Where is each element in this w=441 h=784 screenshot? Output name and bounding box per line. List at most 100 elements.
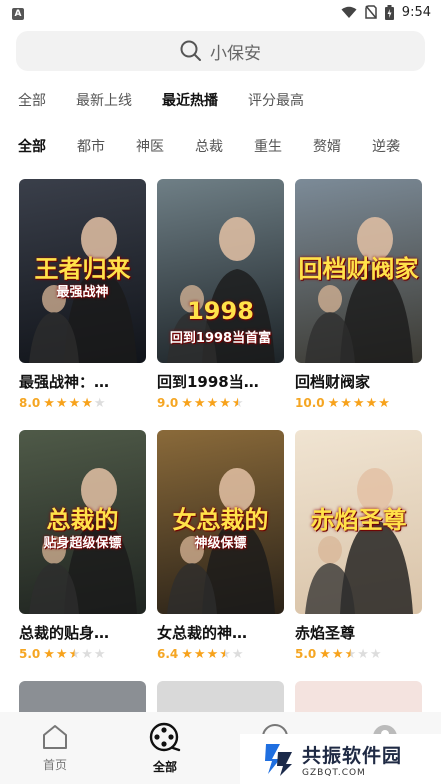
sort-tab[interactable]: 最近热播 <box>162 90 218 110</box>
drama-title[interactable]: 最强战神：… <box>19 371 146 392</box>
drama-rating: 6.4 ★ ★ ★ ★ ★ <box>157 647 284 661</box>
star-icon: ★ <box>43 395 55 411</box>
drama-rating: 10.0 ★ ★ ★ ★ ★ <box>295 396 422 410</box>
drama-card[interactable]: 回档财阀家 回档财阀家 10.0 ★ ★ ★ ★ ★ <box>295 179 422 410</box>
no-sim-icon <box>365 5 377 19</box>
nav-item[interactable]: 全部 <box>110 712 220 784</box>
drama-rating: 9.0 ★ ★ ★ ★ ★ <box>157 396 284 410</box>
film-reel-icon <box>149 722 181 758</box>
rating-score: 6.4 <box>157 647 179 661</box>
category-tab[interactable]: 神医 <box>136 136 164 156</box>
search-placeholder: 小保安 <box>210 43 261 64</box>
rating-score: 10.0 <box>295 396 325 410</box>
star-icon: ★ <box>219 395 231 411</box>
rating-score: 5.0 <box>19 647 41 661</box>
drama-poster[interactable]: 总裁的 贴身超级保镖 <box>19 430 146 614</box>
star-icon: ★ <box>369 646 382 662</box>
category-tab[interactable]: 重生 <box>254 136 282 156</box>
wifi-icon <box>341 6 357 18</box>
drama-poster[interactable]: 1998 回到1998当首富 <box>157 179 284 363</box>
drama-card[interactable]: 1998 回到1998当首富 回到1998当… 9.0 ★ ★ ★ ★ ★ <box>157 179 284 410</box>
app-notification-icon: A <box>12 7 24 20</box>
search-icon <box>180 40 201 61</box>
star-icon: ★ <box>55 646 68 662</box>
star-icon: ★ <box>181 395 193 411</box>
sort-tab[interactable]: 评分最高 <box>248 90 304 110</box>
poster-title-art: 回档财阀家 <box>298 255 419 283</box>
category-tab[interactable]: 都市 <box>77 136 105 156</box>
category-tabs: 全部 都市 神医 总裁 重生 赘婿 逆袭 <box>18 136 441 156</box>
poster-title-art: 赤焰圣尊 <box>310 506 407 534</box>
drama-card[interactable]: 王者归来最强战神最强战神：… 8.0 ★ ★ ★ ★ ★ <box>19 179 146 410</box>
category-tab[interactable]: 全部 <box>18 136 46 156</box>
drama-poster[interactable]: 女总裁的 神级保镖 <box>157 430 284 614</box>
drama-card[interactable] <box>295 681 422 712</box>
star-icon: ★ <box>357 646 369 662</box>
category-tab[interactable]: 总裁 <box>195 136 223 156</box>
star-icon: ★ <box>193 395 206 411</box>
poster-subtitle-art: 最强战神 <box>56 285 109 300</box>
status-bar: A 9:54 <box>0 0 441 24</box>
category-tab[interactable]: 逆袭 <box>372 136 400 156</box>
sort-tab[interactable]: 全部 <box>18 90 46 110</box>
star-icon: ★ <box>206 646 219 662</box>
watermark: 共振软件园 GZBQT.COM <box>240 734 441 784</box>
search-bar[interactable]: 小保安 <box>16 31 425 71</box>
star-icon: ★ <box>231 395 244 411</box>
star-icon: ★ <box>43 646 55 662</box>
rating-score: 9.0 <box>157 396 179 410</box>
drama-poster[interactable]: 赤焰圣尊 <box>295 430 422 614</box>
drama-title[interactable]: 赤焰圣尊 <box>295 622 422 643</box>
star-icon: ★ <box>344 646 357 662</box>
poster-title-art: 王者归来 <box>34 255 131 283</box>
star-icon: ★ <box>331 646 344 662</box>
poster-title-art: 女总裁的 <box>172 506 269 534</box>
watermark-title: 共振软件园 <box>302 744 403 767</box>
star-icon: ★ <box>68 395 81 411</box>
home-icon <box>40 722 70 756</box>
rating-score: 5.0 <box>295 647 317 661</box>
poster-title-art: 1998 <box>187 297 254 325</box>
drama-poster[interactable] <box>19 681 146 712</box>
drama-poster[interactable] <box>295 681 422 712</box>
sort-tab[interactable]: 最新上线 <box>76 90 132 110</box>
star-icon: ★ <box>365 395 378 411</box>
drama-poster[interactable]: 回档财阀家 <box>295 179 422 363</box>
star-icon: ★ <box>68 646 81 662</box>
poster-title-art: 总裁的 <box>46 506 119 534</box>
drama-title[interactable]: 回到1998当… <box>157 371 284 392</box>
watermark-sub: GZBQT.COM <box>302 767 366 778</box>
watermark-logo-icon <box>265 744 292 776</box>
drama-title[interactable]: 回档财阀家 <box>295 371 422 392</box>
nav-item[interactable]: 首页 <box>0 712 110 784</box>
drama-poster[interactable]: 王者归来 最强战神 <box>19 179 146 363</box>
drama-title[interactable]: 女总裁的神… <box>157 622 284 643</box>
star-icon: ★ <box>231 646 244 662</box>
drama-poster[interactable] <box>157 681 284 712</box>
drama-card[interactable]: 总裁的 贴身超级保镖 总裁的贴身… 5.0 ★ ★ ★ ★ ★ <box>19 430 146 661</box>
drama-card[interactable]: 女总裁的 神级保镖 女总裁的神… 6.4 ★ ★ ★ ★ ★ <box>157 430 284 661</box>
clock: 9:54 <box>401 4 431 20</box>
star-icon: ★ <box>378 395 390 411</box>
star-icon: ★ <box>55 395 68 411</box>
drama-card[interactable]: 赤焰圣尊 赤焰圣尊 5.0 ★ ★ ★ ★ ★ <box>295 430 422 661</box>
poster-subtitle-art: 神级保镖 <box>194 536 247 551</box>
drama-card[interactable] <box>19 681 146 712</box>
star-icon: ★ <box>319 646 331 662</box>
star-icon: ★ <box>81 646 93 662</box>
star-icon: ★ <box>206 395 219 411</box>
poster-subtitle-art: 回到1998当首富 <box>169 331 272 346</box>
star-icon: ★ <box>81 395 93 411</box>
star-icon: ★ <box>93 395 106 411</box>
category-tab[interactable]: 赘婿 <box>313 136 341 156</box>
drama-rating: 5.0 ★ ★ ★ ★ ★ <box>295 647 422 661</box>
drama-card[interactable] <box>157 681 284 712</box>
drama-rating: 8.0 ★ ★ ★ ★ ★ <box>19 396 146 410</box>
drama-title[interactable]: 总裁的贴身… <box>19 622 146 643</box>
nav-label: 首页 <box>42 758 67 772</box>
nav-label: 全部 <box>152 760 177 774</box>
sort-tabs: 全部 最新上线 最近热播 评分最高 <box>18 90 334 110</box>
star-icon: ★ <box>93 646 106 662</box>
star-icon: ★ <box>327 395 340 411</box>
star-icon: ★ <box>181 646 193 662</box>
